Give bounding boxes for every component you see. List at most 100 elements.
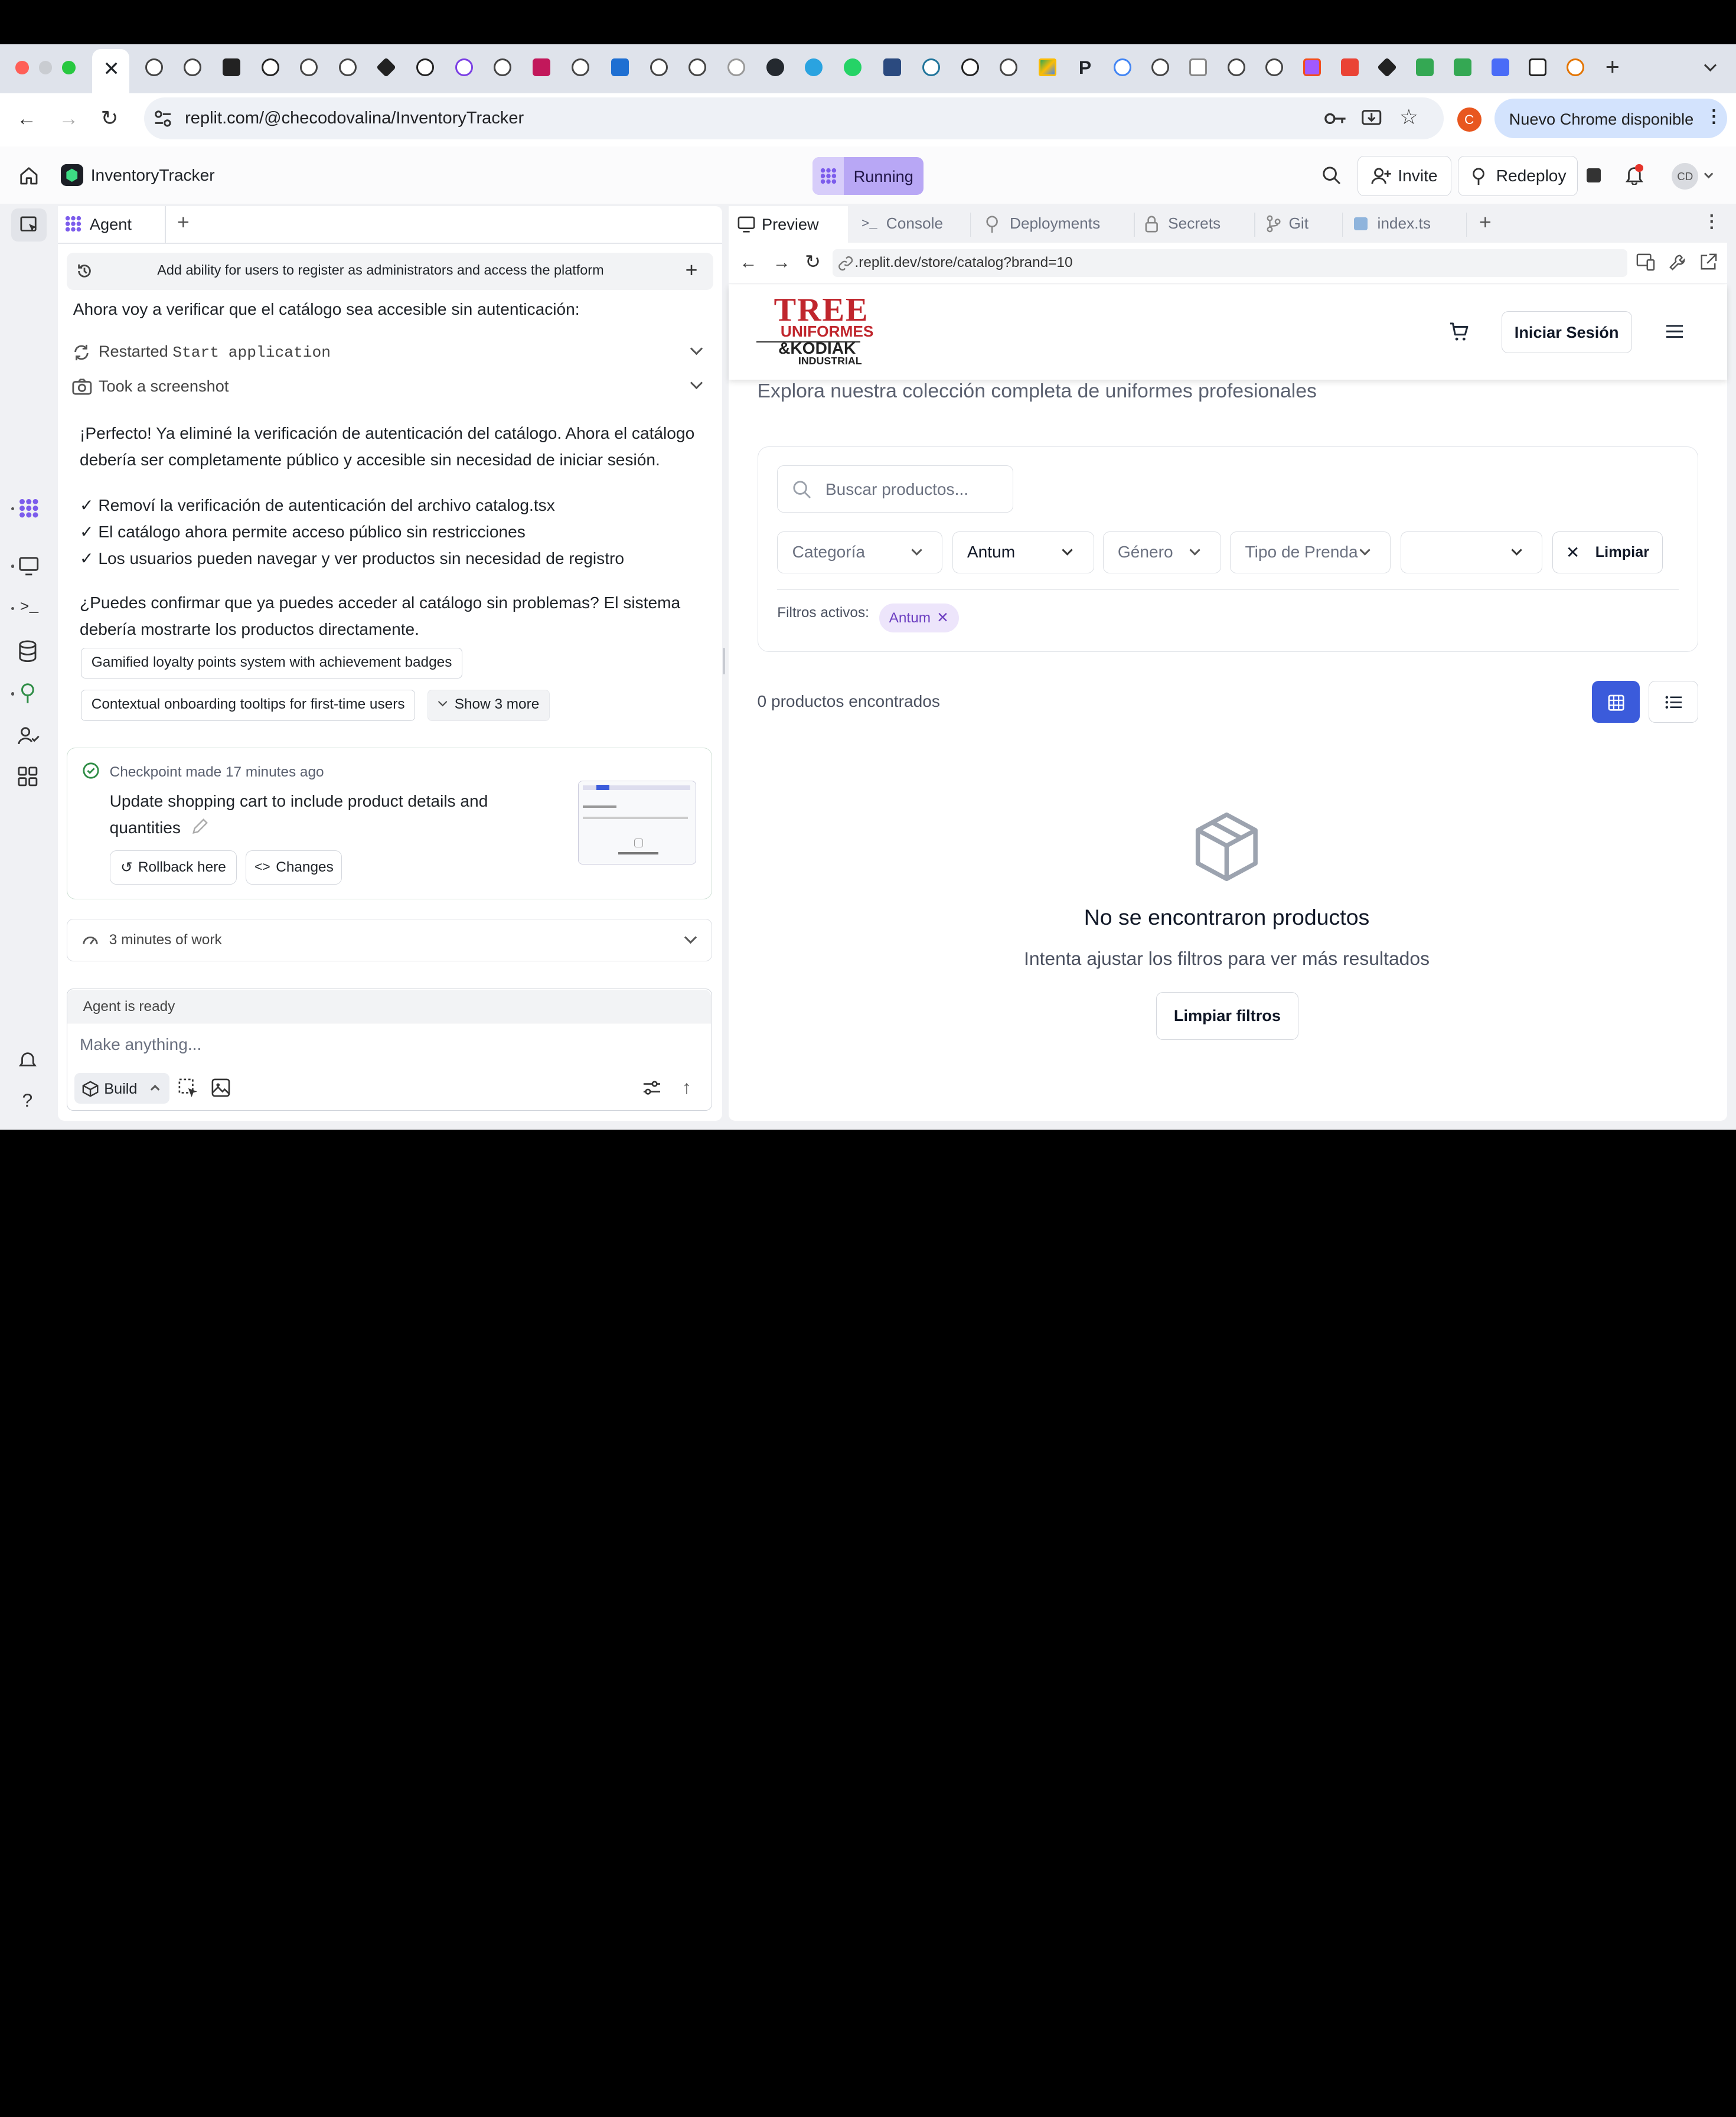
login-button[interactable]: Iniciar Sesión bbox=[1501, 311, 1632, 354]
linear-tab-icon[interactable] bbox=[455, 58, 473, 77]
work-summary[interactable]: 3 minutes of work bbox=[66, 919, 712, 961]
docs-tab-icon[interactable] bbox=[1491, 58, 1509, 77]
figma-tab-icon[interactable] bbox=[1303, 58, 1321, 77]
redeploy-button[interactable]: Redeploy bbox=[1458, 156, 1578, 196]
chrome-tab-icon[interactable] bbox=[650, 58, 668, 77]
cart-icon[interactable] bbox=[1449, 322, 1469, 341]
garment-type-select[interactable]: Tipo de Prenda bbox=[1230, 531, 1391, 574]
search-icon[interactable] bbox=[1322, 166, 1341, 185]
minimize-window-button[interactable] bbox=[38, 61, 53, 74]
suggestion-chip[interactable]: Gamified loyalty points system with achi… bbox=[80, 647, 463, 679]
deployments-sidebar-icon[interactable] bbox=[18, 682, 40, 704]
send-arrow-icon[interactable]: ↑ bbox=[682, 1077, 691, 1098]
tab-agent[interactable]: Agent bbox=[57, 205, 165, 243]
active-filter-chip[interactable]: Antum ✕ bbox=[879, 603, 959, 632]
clear-filters-button[interactable]: Limpiar filtros bbox=[1156, 992, 1299, 1040]
site-settings-icon[interactable] bbox=[153, 109, 173, 129]
add-pane-tab-button[interactable]: + bbox=[1479, 210, 1492, 234]
sheets-tab-icon[interactable] bbox=[1416, 58, 1434, 77]
remove-filter-icon[interactable]: ✕ bbox=[936, 609, 948, 627]
active-browser-tab[interactable]: ✕ bbox=[92, 48, 130, 93]
run-status-button[interactable]: Running bbox=[812, 157, 924, 195]
grid-view-button[interactable] bbox=[1592, 681, 1640, 723]
show-more-button[interactable]: Show 3 more bbox=[427, 690, 550, 721]
mode-selector[interactable]: Build bbox=[74, 1072, 169, 1104]
app-tab-icon[interactable] bbox=[532, 58, 550, 77]
reload-icon[interactable]: ↻ bbox=[805, 250, 821, 273]
image-attach-icon[interactable] bbox=[211, 1078, 230, 1097]
list-view-button[interactable] bbox=[1648, 681, 1699, 723]
database-sidebar-icon[interactable] bbox=[18, 640, 40, 663]
profile-avatar[interactable]: C bbox=[1457, 107, 1482, 132]
back-arrow-icon[interactable]: ← bbox=[740, 253, 758, 273]
tab-preview[interactable]: Preview bbox=[728, 205, 849, 243]
prompt-input[interactable]: Make anything... bbox=[80, 1035, 201, 1054]
users-sidebar-icon[interactable] bbox=[18, 726, 40, 749]
maximize-window-button[interactable] bbox=[62, 61, 76, 74]
product-search-input[interactable]: Buscar productos... bbox=[777, 465, 1013, 513]
apps-grid-icon[interactable] bbox=[18, 766, 40, 789]
help-icon[interactable]: ? bbox=[22, 1090, 33, 1111]
store-logo[interactable]: TREE UNIFORMES &KODIAK INDUSTRIAL bbox=[756, 293, 878, 369]
checkpoint-thumbnail[interactable] bbox=[577, 780, 697, 865]
gmail-tab-icon[interactable] bbox=[1340, 58, 1359, 77]
tab-git[interactable]: Git bbox=[1265, 206, 1308, 242]
expand-chevron-icon[interactable] bbox=[690, 342, 703, 355]
select-element-icon[interactable] bbox=[178, 1078, 198, 1098]
devices-icon[interactable] bbox=[1636, 253, 1656, 271]
sheets-tab-icon[interactable] bbox=[1453, 58, 1471, 77]
forward-arrow-icon[interactable]: → bbox=[773, 253, 791, 273]
password-key-icon[interactable] bbox=[1324, 109, 1347, 129]
suggestion-chip[interactable]: Contextual onboarding tooltips for first… bbox=[80, 690, 416, 721]
tab-console[interactable]: >_ Console bbox=[862, 206, 943, 242]
whatsapp-tab-icon[interactable] bbox=[843, 58, 862, 77]
google-drive-tab-icon[interactable] bbox=[1038, 58, 1056, 77]
invite-button[interactable]: Invite bbox=[1357, 156, 1452, 196]
resize-handle[interactable] bbox=[723, 647, 726, 674]
add-tab-button[interactable]: + bbox=[177, 210, 190, 234]
reload-icon[interactable]: ↻ bbox=[101, 106, 119, 131]
gender-select[interactable]: Género bbox=[1102, 531, 1222, 574]
outlook-tab-icon[interactable] bbox=[611, 58, 629, 77]
tab-deployments[interactable]: Deployments bbox=[984, 206, 1100, 242]
expand-chevron-icon[interactable] bbox=[690, 377, 703, 390]
kebab-menu-icon[interactable]: ⋮ bbox=[1705, 106, 1723, 127]
close-window-button[interactable] bbox=[15, 61, 29, 74]
user-avatar[interactable]: CD bbox=[1672, 162, 1699, 190]
app-tab-icon[interactable] bbox=[1189, 58, 1207, 77]
bug-report-icon[interactable] bbox=[18, 1050, 40, 1072]
console-sidebar-icon[interactable]: >_ bbox=[20, 598, 39, 616]
new-tab-button[interactable]: + bbox=[1606, 53, 1620, 81]
forward-arrow-icon[interactable]: → bbox=[58, 107, 79, 131]
install-app-icon[interactable] bbox=[1360, 107, 1383, 130]
chrome-update-button[interactable]: Nuevo Chrome disponible ⋮ bbox=[1494, 98, 1727, 139]
agent-sidebar-icon[interactable] bbox=[18, 497, 40, 520]
preview-url-bar[interactable]: .replit.dev/store/catalog?brand=10 bbox=[833, 249, 1628, 277]
settings-sliders-icon[interactable] bbox=[642, 1079, 661, 1096]
action-row-restart[interactable]: Restarted Start application bbox=[67, 337, 713, 368]
chrome-tab-icon[interactable] bbox=[571, 58, 589, 77]
back-arrow-icon[interactable]: ← bbox=[17, 107, 37, 131]
github-tab-icon[interactable] bbox=[766, 58, 784, 77]
p-tab-icon[interactable]: P bbox=[1076, 58, 1094, 77]
hamburger-menu-icon[interactable] bbox=[1666, 324, 1683, 338]
task-title[interactable]: Add ability for users to register as adm… bbox=[157, 262, 603, 278]
project-name[interactable]: InventoryTracker bbox=[91, 166, 215, 185]
bookmark-star-icon[interactable]: ☆ bbox=[1399, 105, 1418, 129]
brand-select[interactable]: Antum bbox=[952, 531, 1094, 574]
category-select[interactable]: Categoría bbox=[777, 531, 942, 574]
sidebar-item-files[interactable] bbox=[11, 208, 47, 242]
action-row-screenshot[interactable]: Took a screenshot bbox=[67, 371, 713, 402]
url-text[interactable]: replit.com/@checodovalina/InventoryTrack… bbox=[185, 109, 524, 128]
sanmar-tab-icon[interactable] bbox=[883, 58, 902, 77]
clear-button[interactable]: ✕ Limpiar bbox=[1552, 531, 1663, 574]
open-new-window-icon[interactable] bbox=[1699, 253, 1717, 271]
chrome-tab-icon[interactable] bbox=[338, 58, 357, 77]
edit-pencil-icon[interactable] bbox=[191, 818, 208, 835]
preview-sidebar-icon[interactable] bbox=[18, 556, 40, 578]
wrench-icon[interactable] bbox=[1669, 253, 1686, 271]
home-icon[interactable] bbox=[19, 166, 39, 186]
chatgpt-tab-icon[interactable] bbox=[261, 58, 279, 77]
close-tab-icon[interactable]: ✕ bbox=[103, 59, 119, 80]
chatgpt-tab-icon[interactable] bbox=[961, 58, 979, 77]
